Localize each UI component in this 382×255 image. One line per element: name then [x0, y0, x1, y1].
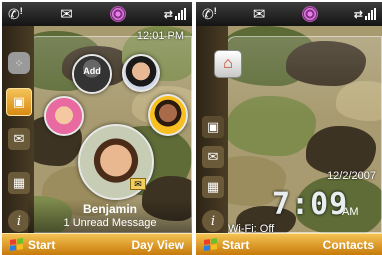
messages-tab[interactable]: ✉	[202, 146, 224, 168]
contacts-card-icon: ▣	[206, 119, 220, 134]
unread-message-text[interactable]: 1 Unread Message	[28, 217, 192, 229]
phone-screen-contacts: ✆! ✉ ⇄ 12:01 PM ⁘ ▣ ✉ ▦ i Add ✉ Benjamin…	[2, 2, 192, 255]
contact-cartoon-avatar[interactable]	[44, 96, 84, 136]
status-bar: ✆! ✉ ⇄	[196, 2, 382, 26]
contact-photo[interactable]	[122, 54, 160, 92]
start-label: Start	[28, 237, 56, 252]
apps-tab[interactable]: ⁘	[8, 52, 30, 74]
status-bar: ✆! ✉ ⇄	[2, 2, 192, 26]
day-view-softkey[interactable]: Day View	[132, 238, 184, 252]
contacts-card-icon: ▣	[12, 94, 26, 109]
start-button[interactable]: Start	[10, 238, 55, 252]
calendar-tab[interactable]: ▦	[202, 176, 224, 198]
contacts-softkey[interactable]: Contacts	[323, 238, 374, 252]
windows-flag-icon	[10, 238, 23, 251]
contact-photo[interactable]	[148, 94, 188, 136]
missed-call-icon[interactable]: ✆!	[8, 7, 23, 22]
info-icon: i	[210, 213, 216, 229]
sync-icon[interactable]: ⇄	[164, 8, 173, 21]
envelope-icon: ✉	[13, 131, 25, 146]
calendar-tab[interactable]: ▦	[8, 172, 30, 194]
info-tab[interactable]: i	[202, 210, 224, 232]
sync-icon[interactable]: ⇄	[354, 8, 363, 21]
calendar-icon: ▦	[206, 179, 220, 194]
contact-name: Benjamin	[82, 202, 137, 216]
mail-icon[interactable]: ✉	[253, 7, 266, 22]
ampm-label: AM	[342, 206, 359, 218]
calendar-icon: ▦	[12, 175, 26, 190]
home-tab[interactable]: ⌂	[214, 50, 242, 78]
contact-info-panel: Benjamin 1 Unread Message	[28, 199, 192, 233]
info-icon: i	[16, 213, 22, 229]
start-label: Start	[222, 237, 250, 252]
softkey-bar: Start Day View	[2, 233, 192, 255]
date-display: 12/2/2007	[327, 170, 376, 182]
add-contact-button[interactable]: Add	[72, 54, 112, 94]
signal-icon[interactable]	[174, 8, 186, 20]
contacts-tab[interactable]: ▣	[6, 88, 32, 116]
missed-call-icon[interactable]: ✆!	[202, 7, 217, 22]
home-orb-icon[interactable]	[110, 6, 127, 22]
mail-icon[interactable]: ✉	[60, 7, 73, 22]
app-grid-icon: ⁘	[14, 57, 24, 70]
add-contact-label: Add	[83, 66, 101, 76]
start-button[interactable]: Start	[204, 238, 249, 252]
clock-display: 7:09	[272, 187, 349, 222]
contacts-tab[interactable]: ▣	[202, 116, 224, 138]
phone-screen-home: ✆! ✉ ⇄ ▣ ✉ ▦ i ⌂ 12/2/2007 7:09 AM Wi-Fi…	[196, 2, 382, 255]
home-orb-icon[interactable]	[301, 6, 318, 22]
windows-flag-icon	[204, 238, 217, 251]
envelope-icon: ✉	[207, 149, 219, 164]
messages-tab[interactable]: ✉	[8, 128, 30, 150]
signal-icon[interactable]	[365, 8, 376, 20]
info-tab[interactable]: i	[8, 210, 30, 232]
unread-message-icon: ✉	[130, 178, 146, 190]
house-icon: ⌂	[223, 55, 233, 72]
time-display: 12:01 PM	[136, 30, 184, 42]
softkey-bar: Start Contacts	[196, 233, 382, 255]
